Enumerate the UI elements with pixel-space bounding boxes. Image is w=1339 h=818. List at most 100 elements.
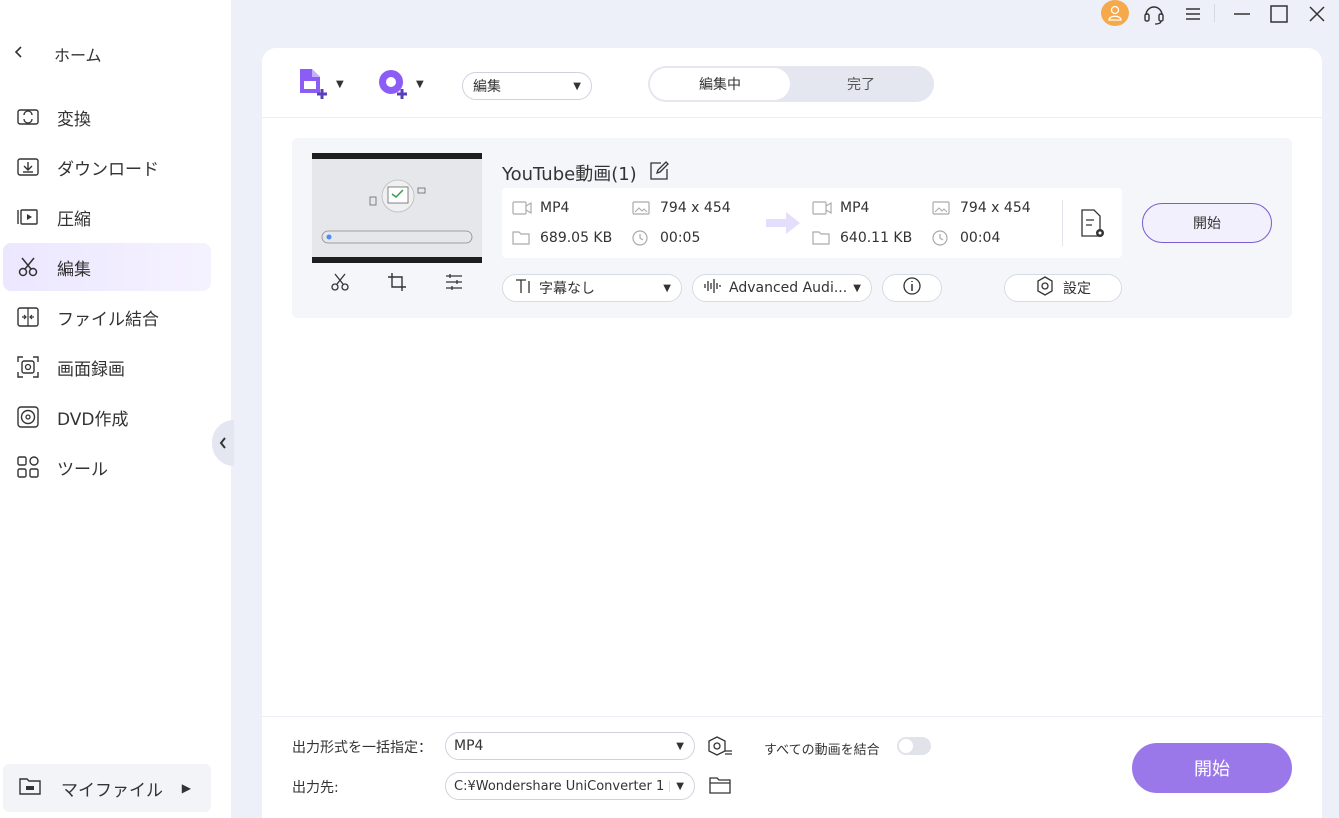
video-icon [512, 201, 534, 215]
rename-icon[interactable] [649, 160, 669, 186]
file-title: YouTube動画(1) [502, 160, 669, 186]
toolbar: ▼ ▼ 編集 ▼ 編集中 完了 [262, 48, 1322, 118]
convert-icon [16, 105, 40, 129]
add-file-button[interactable]: ▼ [296, 66, 344, 102]
format-settings-icon[interactable] [707, 736, 733, 762]
titlebar-divider [1214, 4, 1215, 22]
sidebar-item-merge[interactable]: ファイル結合 [3, 293, 211, 341]
target-duration: 00:04 [932, 230, 1000, 246]
sidebar-item-label: ダウンロード [57, 159, 159, 180]
support-icon[interactable] [1142, 2, 1166, 26]
add-media-button[interactable]: ▼ [376, 66, 424, 102]
output-settings-icon[interactable] [1078, 208, 1108, 244]
sidebar-item-edit[interactable]: 編集 [3, 243, 211, 291]
file-item-card: YouTube動画(1) MP4 794 x 454 689.05 KB 00:… [292, 138, 1292, 318]
audio-track-select[interactable]: Advanced Audi... ▼ [692, 274, 872, 302]
output-format-label: 出力形式を一括指定： [292, 740, 432, 756]
image-icon [932, 201, 954, 215]
sidebar: ホーム 変換 ダウンロード 圧縮 編集 ファイル結合 画面録画 DVD作成 ツー… [0, 0, 231, 818]
compress-icon [16, 205, 40, 229]
edit-mode-select[interactable]: 編集 ▼ [462, 72, 592, 100]
user-avatar[interactable] [1101, 0, 1129, 26]
file-start-button[interactable]: 開始 [1142, 203, 1272, 243]
waveform-icon [703, 278, 723, 298]
add-file-icon [300, 69, 327, 99]
source-duration: 00:05 [632, 230, 700, 246]
minimize-icon[interactable] [1230, 2, 1254, 26]
menu-icon[interactable] [1181, 2, 1205, 26]
output-format-select[interactable]: MP4 ▼ [445, 732, 695, 760]
video-icon [812, 201, 834, 215]
source-resolution: 794 x 454 [632, 200, 731, 216]
caret-right-icon: ▶ [181, 781, 191, 795]
chevron-down-icon: ▼ [573, 80, 581, 92]
my-files-button[interactable]: マイファイル ▶ [3, 764, 211, 812]
chevron-left-icon [219, 437, 226, 449]
chevron-down-icon: ▼ [663, 282, 671, 294]
merge-icon [16, 305, 40, 329]
home-link[interactable]: ホーム [14, 42, 102, 66]
thumbnail-tools [312, 266, 482, 302]
start-all-button[interactable]: 開始 [1132, 743, 1292, 793]
clock-icon [932, 230, 954, 246]
output-bar: 出力形式を一括指定： MP4 ▼ すべての動画を結合 出力先: C:¥Wonde… [262, 716, 1322, 818]
sidebar-item-compress[interactable]: 圧縮 [3, 193, 211, 241]
chevron-down-icon: ▼ [853, 282, 861, 294]
folder-icon [512, 231, 534, 245]
sidebar-item-screen-record[interactable]: 画面録画 [3, 343, 211, 391]
maximize-icon[interactable] [1267, 2, 1291, 26]
source-format: MP4 [512, 200, 569, 216]
file-info-panel: MP4 794 x 454 689.05 KB 00:05 MP4 794 x … [502, 188, 1122, 258]
chevron-down-icon: ▼ [336, 78, 344, 90]
sidebar-item-download[interactable]: ダウンロード [3, 143, 211, 191]
sidebar-item-label: 圧縮 [57, 209, 91, 230]
folder-icon [19, 777, 41, 799]
chevron-down-icon: ▼ [669, 780, 684, 792]
sidebar-item-label: DVD作成 [57, 409, 129, 430]
video-thumbnail[interactable] [312, 153, 482, 263]
tab-editing[interactable]: 編集中 [650, 68, 790, 100]
settings-button[interactable]: 設定 [1004, 274, 1122, 302]
sidebar-item-tools[interactable]: ツール [3, 443, 211, 491]
gear-icon [1035, 276, 1055, 300]
sidebar-item-label: 画面録画 [57, 359, 125, 380]
sidebar-item-label: ファイル結合 [57, 309, 159, 330]
folder-icon [812, 231, 834, 245]
download-icon [16, 155, 40, 179]
text-icon [515, 278, 533, 298]
edit-mode-value: 編集 [473, 79, 501, 95]
target-format: MP4 [812, 200, 869, 216]
sidebar-item-dvd[interactable]: DVD作成 [3, 393, 211, 441]
info-icon [902, 276, 922, 300]
sidebar-item-convert[interactable]: 変換 [3, 93, 211, 141]
chevron-down-icon: ▼ [676, 740, 684, 752]
subtitle-select[interactable]: 字幕なし ▼ [502, 274, 682, 302]
add-media-icon [379, 70, 407, 99]
open-folder-icon[interactable] [709, 776, 731, 798]
screen-record-icon [16, 355, 40, 379]
my-files-label: マイファイル [61, 780, 163, 801]
user-icon [1108, 5, 1122, 21]
target-size: 640.11 KB [812, 230, 912, 246]
thumbnail-preview [312, 159, 482, 257]
scissors-icon [16, 255, 40, 279]
chevron-left-icon [14, 46, 28, 62]
chevron-down-icon: ▼ [416, 78, 424, 90]
home-label: ホーム [54, 46, 102, 65]
close-icon[interactable] [1305, 2, 1329, 26]
info-button[interactable] [882, 274, 942, 302]
crop-icon[interactable] [387, 272, 407, 296]
output-path-select[interactable]: C:¥Wondershare UniConverter 1 ▼ [445, 772, 695, 800]
main-panel: ▼ ▼ 編集 ▼ 編集中 完了 YouTube動画(1) MP4 794 x 4… [262, 48, 1322, 818]
sidebar-item-label: 変換 [57, 109, 91, 130]
output-path-label: 出力先: [292, 780, 339, 796]
status-tabs: 編集中 完了 [648, 66, 934, 102]
trim-icon[interactable] [330, 272, 350, 296]
effects-icon[interactable] [444, 272, 464, 296]
info-divider [1062, 200, 1063, 246]
source-size: 689.05 KB [512, 230, 612, 246]
merge-all-toggle[interactable] [897, 737, 931, 755]
merge-all-label: すべての動画を結合 [764, 743, 880, 758]
tab-done[interactable]: 完了 [790, 68, 932, 100]
target-resolution: 794 x 454 [932, 200, 1031, 216]
